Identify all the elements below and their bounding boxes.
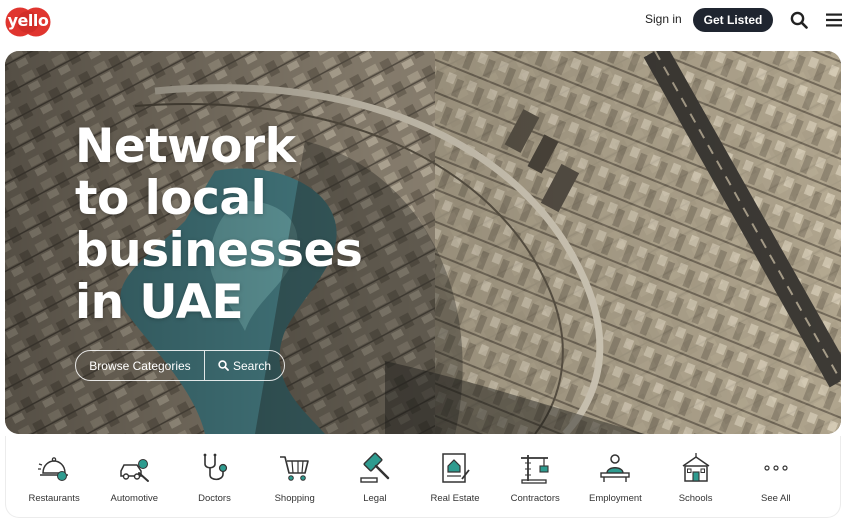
category-label: See All: [760, 493, 791, 504]
site-header: yello Sign in Get Listed: [0, 0, 850, 44]
category-label: Contractors: [510, 493, 560, 504]
category-label: Legal: [363, 493, 387, 504]
category-label: Shopping: [274, 493, 315, 504]
category-shopping[interactable]: Shopping: [255, 436, 335, 517]
category-schools[interactable]: Schools: [656, 436, 736, 517]
category-automotive[interactable]: Automotive: [94, 436, 174, 517]
hero-action-group: Browse Categories Search: [75, 350, 285, 381]
category-contractors[interactable]: Contractors: [495, 436, 575, 517]
hamburger-menu-icon[interactable]: [826, 13, 842, 27]
search-icon[interactable]: [790, 11, 808, 29]
hero-search-button[interactable]: Search: [205, 351, 284, 380]
hero-banner: Network to local businesses in UAE Brows…: [5, 51, 841, 434]
category-doctors[interactable]: Doctors: [174, 436, 254, 517]
logo-text: yello: [7, 11, 49, 30]
person-at-desk-icon: [600, 454, 631, 482]
hero-title-line: businesses: [75, 223, 363, 278]
category-label: Doctors: [198, 493, 231, 504]
more-dots-icon: [764, 465, 788, 471]
search-icon: [218, 360, 229, 371]
category-bar: Restaurants Automotive Doctors Shopping …: [5, 436, 841, 518]
category-label: Automotive: [110, 493, 159, 504]
category-restaurants[interactable]: Restaurants: [14, 436, 94, 517]
stethoscope-icon: [204, 453, 228, 481]
category-label: Schools: [678, 493, 713, 504]
school-building-icon: [682, 453, 710, 482]
hero-title-line: to local: [75, 171, 267, 226]
property-document-icon: [442, 453, 470, 483]
hero-title-line: in UAE: [75, 275, 244, 330]
yello-logo[interactable]: yello: [5, 6, 51, 38]
category-real-estate[interactable]: Real Estate: [415, 436, 495, 517]
hero-search-label: Search: [232, 358, 272, 373]
sign-in-link[interactable]: Sign in: [645, 12, 682, 26]
get-listed-button[interactable]: Get Listed: [693, 8, 773, 32]
category-legal[interactable]: Legal: [335, 436, 415, 517]
car-repair-icon: [120, 459, 150, 482]
hero-title: Network to local businesses in UAE: [75, 121, 395, 329]
gavel-icon: [360, 452, 390, 483]
category-see-all[interactable]: See All: [736, 436, 816, 517]
crane-icon: [521, 455, 549, 484]
category-label: Restaurants: [28, 493, 80, 504]
category-employment[interactable]: Employment: [575, 436, 655, 517]
shopping-cart-icon: [279, 456, 309, 481]
browse-categories-button[interactable]: Browse Categories: [76, 351, 205, 380]
hero-title-line: Network: [75, 119, 296, 174]
category-label: Real Estate: [430, 493, 480, 504]
category-label: Employment: [589, 493, 642, 504]
restaurant-cloche-icon: [38, 457, 69, 481]
